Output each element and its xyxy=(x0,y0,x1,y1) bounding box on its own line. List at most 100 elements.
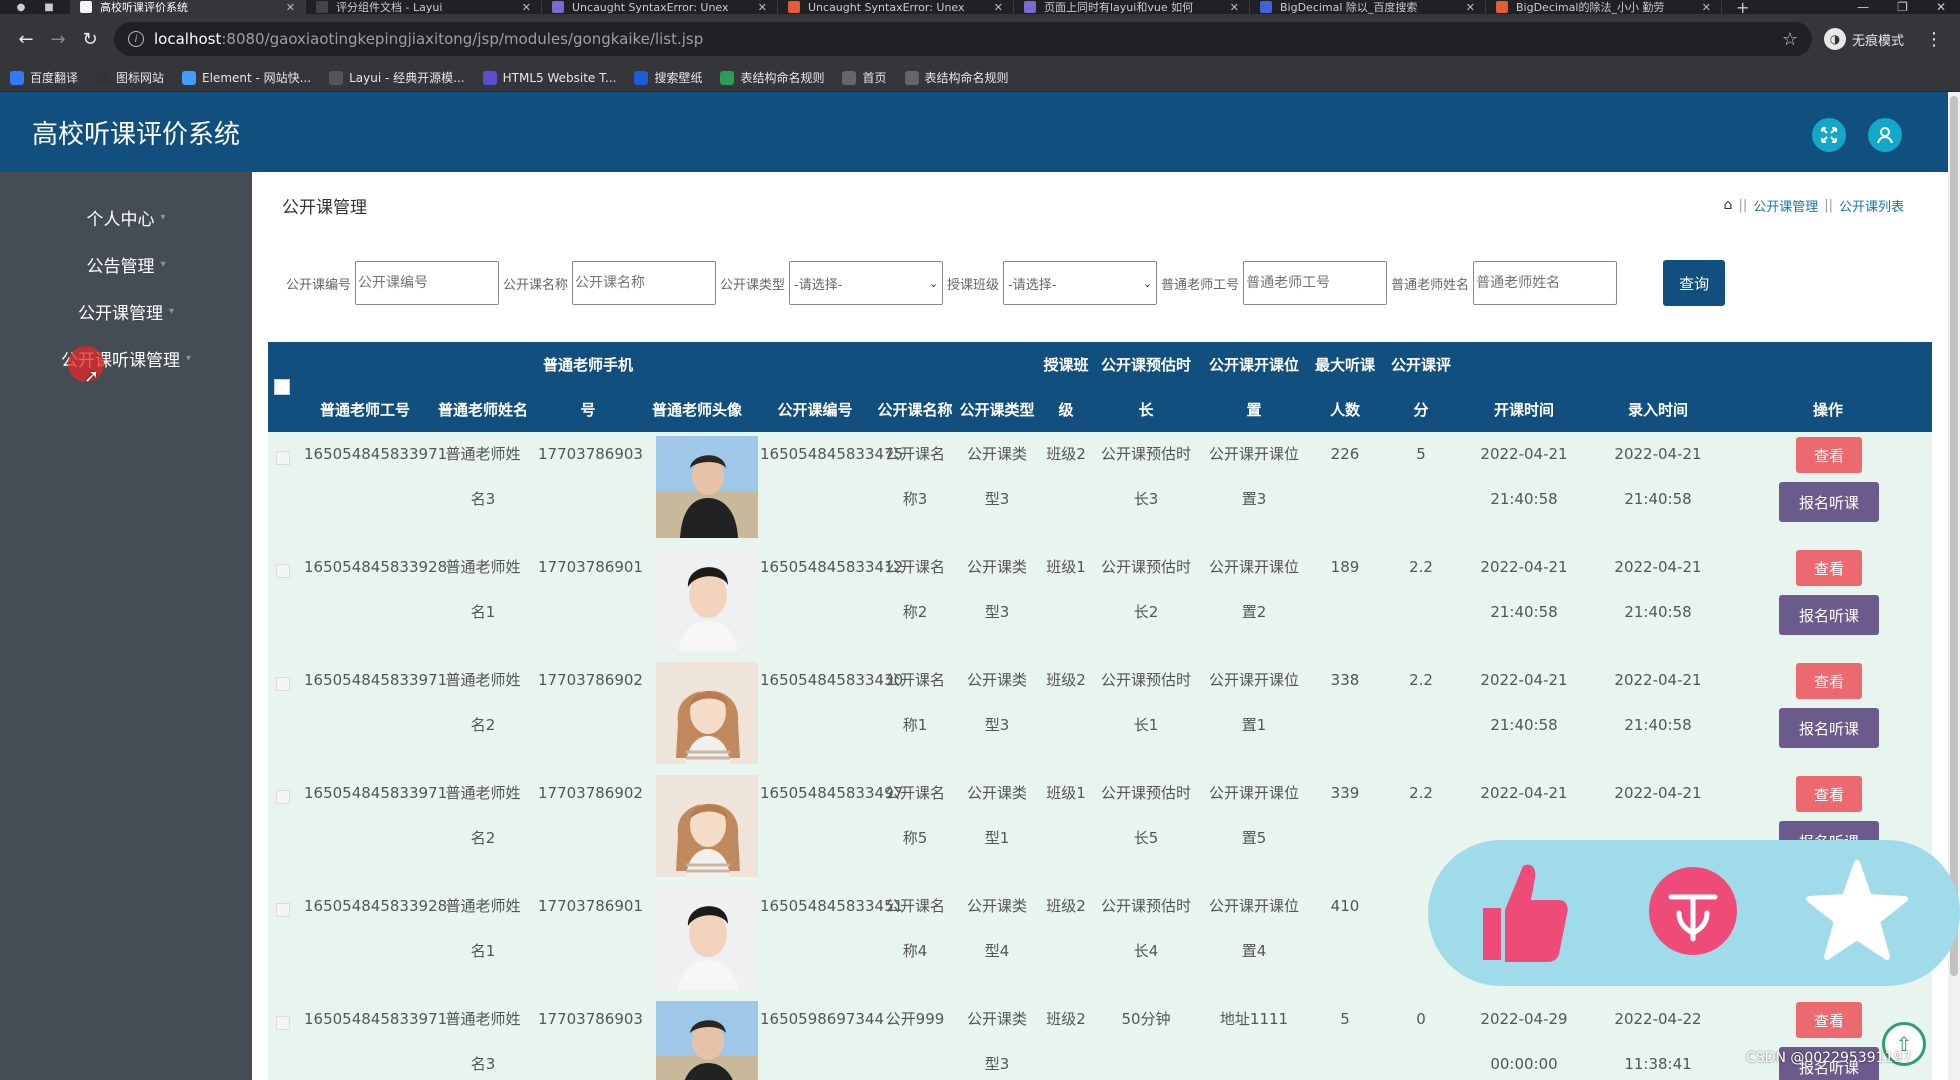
col-max-bottom[interactable]: 人数 xyxy=(1308,387,1382,432)
bookmark-item[interactable]: Element - 网站快... xyxy=(182,69,311,86)
coin-icon[interactable] xyxy=(1638,856,1748,966)
browser-menu-icon[interactable]: ● xyxy=(14,0,28,14)
col-course-type[interactable]: 公开课类型 xyxy=(954,387,1040,432)
tab-close-icon[interactable]: ✕ xyxy=(1702,1,1711,14)
star-icon[interactable] xyxy=(1802,856,1912,966)
teacher-avatar[interactable] xyxy=(656,888,758,990)
col-course-name[interactable]: 公开课名称 xyxy=(872,387,958,432)
col-duration-top[interactable]: 公开课预估时 xyxy=(1094,342,1198,387)
view-button[interactable]: 查看 xyxy=(1796,437,1862,473)
close-window-icon[interactable]: ✕ xyxy=(1936,0,1946,14)
teacher-name-input[interactable] xyxy=(1473,261,1618,305)
maximize-icon[interactable]: ❐ xyxy=(1897,0,1908,14)
col-duration-bottom[interactable]: 长 xyxy=(1094,387,1198,432)
sidebar-item[interactable]: 公告管理 ▾ xyxy=(0,241,252,288)
user-icon[interactable] xyxy=(1868,118,1902,152)
enroll-button[interactable]: 报名听课 xyxy=(1779,595,1879,635)
tab-close-icon[interactable]: ✕ xyxy=(522,1,531,14)
browser-tab[interactable]: Uncaught SyntaxError: Unex ✕ xyxy=(778,0,1014,14)
course-type-select[interactable]: -请选择- ⌄ xyxy=(789,261,944,305)
col-score-top[interactable]: 公开课评 xyxy=(1384,342,1458,387)
table-row[interactable]: 165054845833971 普通老师姓 名3 17703786903 1650598… xyxy=(268,997,1932,1080)
table-row[interactable]: 165054845833928 普通老师姓 名1 17703786901 1650548… xyxy=(268,545,1932,658)
col-start-time[interactable]: 开课时间 xyxy=(1464,387,1584,432)
new-tab-icon[interactable]: + xyxy=(1736,0,1749,14)
table-row[interactable]: 165054845833971 普通老师姓 名3 17703786903 1650548… xyxy=(268,432,1932,545)
row-checkbox[interactable] xyxy=(276,677,290,691)
class-select[interactable]: -请选择- ⌄ xyxy=(1003,261,1158,305)
browser-tab[interactable]: 评分组件文档 - Layui ✕ xyxy=(306,0,542,14)
select-all-checkbox[interactable] xyxy=(274,379,290,395)
bookmark-item[interactable]: Layui - 经典开源模... xyxy=(329,69,465,86)
bookmark-item[interactable]: 图标网站 xyxy=(96,69,164,86)
incognito-indicator[interactable]: ◑ 无痕模式 xyxy=(1823,28,1904,50)
browser-tab[interactable]: BigDecimal 除以_百度搜索 ✕ xyxy=(1250,0,1486,14)
forward-icon[interactable]: → xyxy=(42,29,74,50)
bookmark-item[interactable]: HTML5 Website T... xyxy=(482,70,616,85)
course-code-input[interactable] xyxy=(355,261,500,305)
tab-close-icon[interactable]: ✕ xyxy=(286,1,295,14)
view-button[interactable]: 查看 xyxy=(1796,663,1862,699)
bookmark-item[interactable]: 首页 xyxy=(842,69,887,86)
tab-close-icon[interactable]: ✕ xyxy=(1230,1,1239,14)
bookmark-item[interactable]: 百度翻译 xyxy=(10,69,78,86)
browser-tab[interactable]: 高校听课评价系统 ✕ xyxy=(70,0,306,14)
col-class-bottom[interactable]: 级 xyxy=(1038,387,1094,432)
breadcrumb-item[interactable]: 公开课列表 xyxy=(1839,196,1904,215)
col-class-top[interactable]: 授课班 xyxy=(1038,342,1094,387)
browser-tab[interactable]: BigDecimal的除法_小小 勤劳 ✕ xyxy=(1486,0,1722,14)
url-input[interactable]: i localhost:8080/gaoxiaotingkepingjiaxit… xyxy=(114,22,1812,56)
bookmark-item[interactable]: 表结构命名规则 xyxy=(720,69,824,86)
browser-menu-kebab-icon[interactable]: ⋮ xyxy=(1918,29,1950,50)
tab-close-icon[interactable]: ✕ xyxy=(758,1,767,14)
col-avatar[interactable]: 普通老师头像 xyxy=(642,387,752,432)
table-row[interactable]: 165054845833971 普通老师姓 名2 17703786902 1650548… xyxy=(268,658,1932,771)
teacher-avatar[interactable] xyxy=(656,775,758,877)
teacher-avatar[interactable] xyxy=(656,436,758,538)
view-button[interactable]: 查看 xyxy=(1796,1002,1862,1038)
teacher-avatar[interactable] xyxy=(656,662,758,764)
col-phone-top[interactable]: 普通老师手机 xyxy=(538,342,638,387)
tab-close-icon[interactable]: ✕ xyxy=(1466,1,1475,14)
bookmark-item[interactable]: 表结构命名规则 xyxy=(904,69,1009,86)
breadcrumb-item[interactable]: 公开课管理 xyxy=(1753,196,1818,215)
enroll-button[interactable]: 报名听课 xyxy=(1779,482,1879,522)
back-icon[interactable]: ← xyxy=(10,29,42,50)
browser-tab[interactable]: 页面上同时有layui和vue 如何 ✕ xyxy=(1014,0,1250,14)
fullscreen-icon[interactable] xyxy=(1812,118,1846,152)
row-checkbox[interactable] xyxy=(276,564,290,578)
course-name-input[interactable] xyxy=(572,261,717,305)
row-checkbox[interactable] xyxy=(276,903,290,917)
bookmark-star-icon[interactable]: ☆ xyxy=(1782,29,1798,50)
teacher-avatar[interactable] xyxy=(656,1001,758,1080)
col-teacher-name[interactable]: 普通老师姓名 xyxy=(428,387,538,432)
scrollbar-thumb[interactable] xyxy=(1950,96,1958,976)
thumbs-up-icon[interactable] xyxy=(1468,856,1578,966)
sidebar-item[interactable]: 公开课听课管理 ▾ xyxy=(0,335,252,382)
row-checkbox[interactable] xyxy=(276,1016,290,1030)
search-button[interactable]: 查询 xyxy=(1663,260,1726,306)
tab-close-icon[interactable]: ✕ xyxy=(994,1,1003,14)
col-entry-time[interactable]: 录入时间 xyxy=(1598,387,1718,432)
teacher-avatar[interactable] xyxy=(656,549,758,651)
bookmark-item[interactable]: 搜索壁纸 xyxy=(634,69,702,86)
sidebar-item[interactable]: 个人中心 ▾ xyxy=(0,194,252,241)
sidebar-item[interactable]: 公开课管理 ▾ xyxy=(0,288,252,335)
minimize-icon[interactable]: — xyxy=(1857,0,1869,14)
reload-icon[interactable]: ↻ xyxy=(74,29,106,50)
col-teacher-id[interactable]: 普通老师工号 xyxy=(304,387,426,432)
browser-tab[interactable]: Uncaught SyntaxError: Unex ✕ xyxy=(542,0,778,14)
col-phone-bottom[interactable]: 号 xyxy=(538,387,638,432)
site-info-icon[interactable]: i xyxy=(128,31,144,47)
col-location-top[interactable]: 公开课开课位 xyxy=(1202,342,1306,387)
col-course-code[interactable]: 公开课编号 xyxy=(760,387,870,432)
view-button[interactable]: 查看 xyxy=(1796,550,1862,586)
col-score-bottom[interactable]: 分 xyxy=(1384,387,1458,432)
row-checkbox[interactable] xyxy=(276,790,290,804)
tab-search-icon[interactable]: ■ xyxy=(42,0,56,14)
teacher-id-input[interactable] xyxy=(1243,261,1388,305)
view-button[interactable]: 查看 xyxy=(1796,776,1862,812)
row-checkbox[interactable] xyxy=(276,451,290,465)
enroll-button[interactable]: 报名听课 xyxy=(1779,708,1879,748)
home-icon[interactable]: ⌂ xyxy=(1724,197,1733,213)
